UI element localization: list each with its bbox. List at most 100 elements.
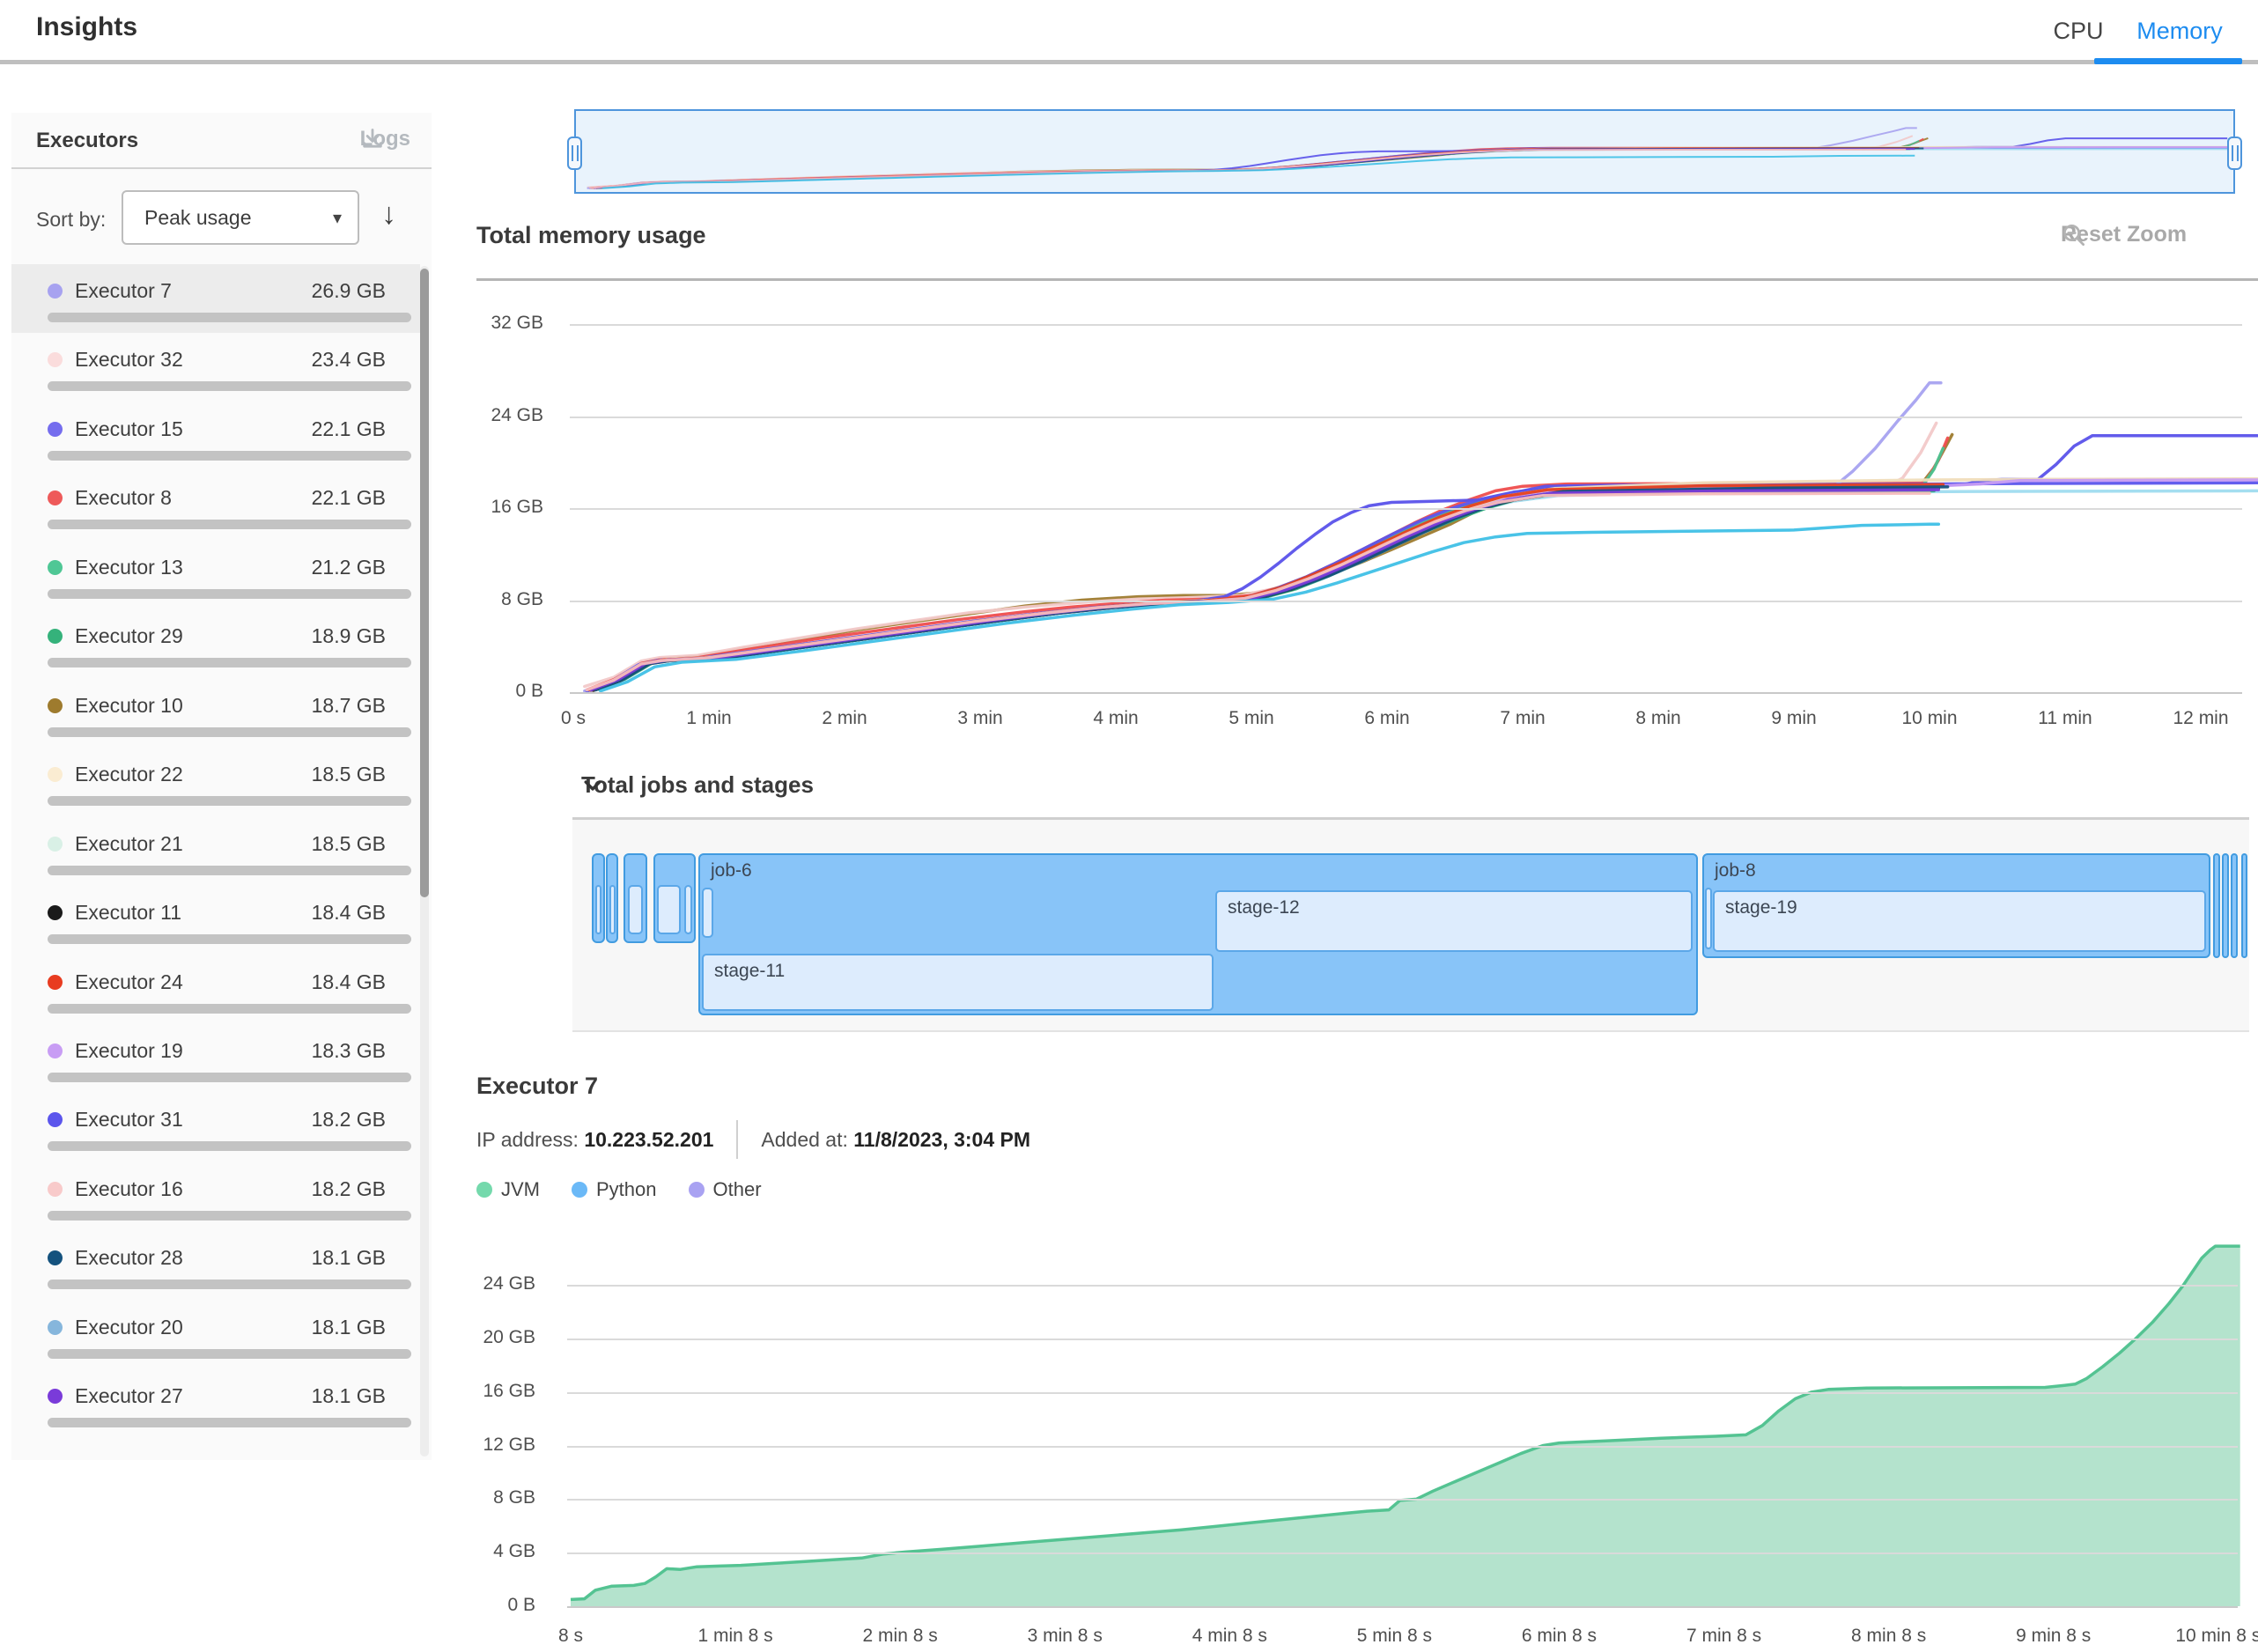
brush-handle-right[interactable] — [2227, 136, 2242, 170]
job-bar[interactable] — [2222, 853, 2229, 958]
y-gridline — [567, 1392, 2238, 1394]
added-label: Added at: — [761, 1128, 847, 1152]
ip-value: 10.223.52.201 — [584, 1128, 713, 1152]
x-axis-tick: 6 min — [1317, 708, 1457, 729]
stage-bar-stage-12-label: stage-12 — [1228, 897, 1300, 918]
jobs-section-toggle[interactable]: Total jobs and stages — [581, 771, 814, 799]
executor-name: Executor 11 — [75, 901, 181, 925]
x-axis-tick: 1 min 8 s — [665, 1626, 806, 1647]
executor-color-dot — [48, 767, 63, 782]
x-axis-tick: 3 min — [910, 708, 1051, 729]
ip-label: IP address: — [476, 1128, 579, 1152]
stage-bar[interactable] — [595, 885, 601, 934]
executor-usage-bar — [48, 934, 411, 944]
sort-select[interactable]: Peak usage ▾ — [122, 190, 359, 245]
stage-bar[interactable] — [628, 885, 643, 934]
page-title: Insights — [36, 12, 137, 42]
y-axis-tick: 16 GB — [465, 1381, 535, 1402]
executor-list-item[interactable]: Executor 2418.4 GB — [11, 955, 420, 1024]
job-bar[interactable] — [2213, 853, 2220, 958]
memory-line-executor-31 — [589, 483, 2257, 690]
x-axis-tick: 6 min 8 s — [1488, 1626, 1629, 1647]
executor-name: Executor 24 — [75, 970, 183, 994]
zoom-brush[interactable] — [574, 109, 2235, 194]
executor-list-item[interactable]: Executor 3118.2 GB — [11, 1093, 420, 1162]
reset-zoom-button[interactable]: Reset Zoom — [2061, 222, 2187, 247]
executor-detail-meta: IP address: 10.223.52.201 Added at: 11/8… — [476, 1120, 1030, 1159]
executor-color-dot — [48, 975, 63, 990]
stage-bar[interactable] — [1705, 888, 1712, 949]
x-axis-tick: 1 min — [638, 708, 779, 729]
executor-list-item[interactable]: Executor 1618.2 GB — [11, 1162, 420, 1231]
memory-type-legend: JVM Python Other — [476, 1178, 762, 1201]
x-axis-tick: 10 min — [1859, 708, 2000, 729]
legend-label: Python — [596, 1178, 657, 1201]
y-axis-tick: 8 GB — [473, 589, 543, 610]
panel-divider — [11, 167, 432, 169]
jobs-section-title: Total jobs and stages — [581, 771, 814, 799]
executor-usage-bar — [48, 796, 411, 806]
memory-line-executor-24 — [589, 484, 1943, 690]
executor-memory-area — [0, 1233, 2258, 1638]
x-axis-tick: 5 min — [1181, 708, 1322, 729]
y-gridline — [567, 1446, 2238, 1448]
legend-item-python[interactable]: Python — [572, 1178, 657, 1201]
y-axis-tick: 24 GB — [465, 1273, 535, 1294]
executor-peak-value: 18.5 GB — [312, 832, 386, 856]
executor-usage-bar — [48, 1211, 411, 1221]
brush-mini-chart — [576, 111, 2233, 192]
executor-list-item[interactable]: Executor 2118.5 GB — [11, 817, 420, 886]
stage-bar-stage-11[interactable]: stage-11 — [702, 954, 1214, 1011]
x-axis-tick: 2 min 8 s — [830, 1626, 970, 1647]
executor-usage-bar — [48, 1141, 411, 1151]
legend-dot — [689, 1182, 705, 1198]
job-bar[interactable] — [2241, 853, 2247, 958]
x-axis-tick: 8 s — [500, 1626, 641, 1647]
memory-line-executor-15 — [587, 436, 2257, 691]
x-axis-tick: 7 min — [1452, 708, 1593, 729]
executor-usage-bar — [48, 1073, 411, 1082]
stage-bar[interactable] — [702, 888, 713, 938]
jobs-gantt-panel: job-6 job-8 stage-12 stage-11 stage-19 — [572, 817, 2249, 1032]
stage-bar-stage-11-label: stage-11 — [714, 961, 785, 982]
y-axis-tick: 32 GB — [473, 313, 543, 334]
x-axis-tick: 4 min — [1045, 708, 1186, 729]
executor-name: Executor 31 — [75, 1108, 183, 1132]
job-bar[interactable] — [2231, 853, 2238, 958]
tab-memory-active-underline — [2094, 58, 2242, 64]
x-axis-tick: 2 min — [774, 708, 915, 729]
stage-bar-stage-12[interactable]: stage-12 — [1215, 890, 1693, 952]
job-bar-job-6-label: job-6 — [711, 860, 752, 881]
legend-item-other[interactable]: Other — [689, 1178, 762, 1201]
legend-label: Other — [713, 1178, 762, 1201]
y-axis-tick: 8 GB — [465, 1487, 535, 1508]
logs-button[interactable]: Logs — [360, 127, 410, 151]
stage-bar[interactable] — [684, 885, 692, 934]
stage-bar[interactable] — [609, 885, 616, 934]
job-bar-job-8-label: job-8 — [1715, 860, 1756, 881]
executor-list-item[interactable]: Executor 1918.3 GB — [11, 1024, 420, 1093]
executor-peak-value: 18.5 GB — [312, 763, 386, 786]
stage-bar-stage-19[interactable]: stage-19 — [1713, 890, 2206, 952]
y-gridline — [567, 1285, 2238, 1287]
executor-list-item[interactable]: Executor 22 18.5 GB — [11, 748, 420, 816]
memory-line-executor-19 — [592, 480, 2258, 690]
executors-panel-title: Executors — [36, 129, 138, 153]
brush-handle-left[interactable] — [567, 136, 582, 170]
executor-peak-value: 18.2 GB — [312, 1177, 386, 1201]
chevron-down-icon: ▾ — [333, 207, 342, 229]
x-axis-tick: 4 min 8 s — [1159, 1626, 1300, 1647]
y-axis-tick: 0 B — [465, 1595, 535, 1616]
y-axis-tick: 4 GB — [465, 1541, 535, 1562]
tab-memory[interactable]: Memory — [2114, 18, 2246, 45]
y-gridline — [567, 1552, 2238, 1554]
x-axis-tick: 11 min — [1995, 708, 2136, 729]
executor-name: Executor 19 — [75, 1039, 183, 1063]
sort-direction-button[interactable]: ↓ — [381, 197, 396, 232]
legend-item-jvm[interactable]: JVM — [476, 1178, 540, 1201]
stage-bar[interactable] — [657, 885, 681, 934]
y-axis-tick: 0 B — [473, 681, 543, 702]
executor-list-item[interactable]: Executor 1118.4 GB — [11, 886, 420, 955]
x-axis-tick: 8 min 8 s — [1819, 1626, 1959, 1647]
executor-name: Executor 22 — [75, 763, 183, 786]
